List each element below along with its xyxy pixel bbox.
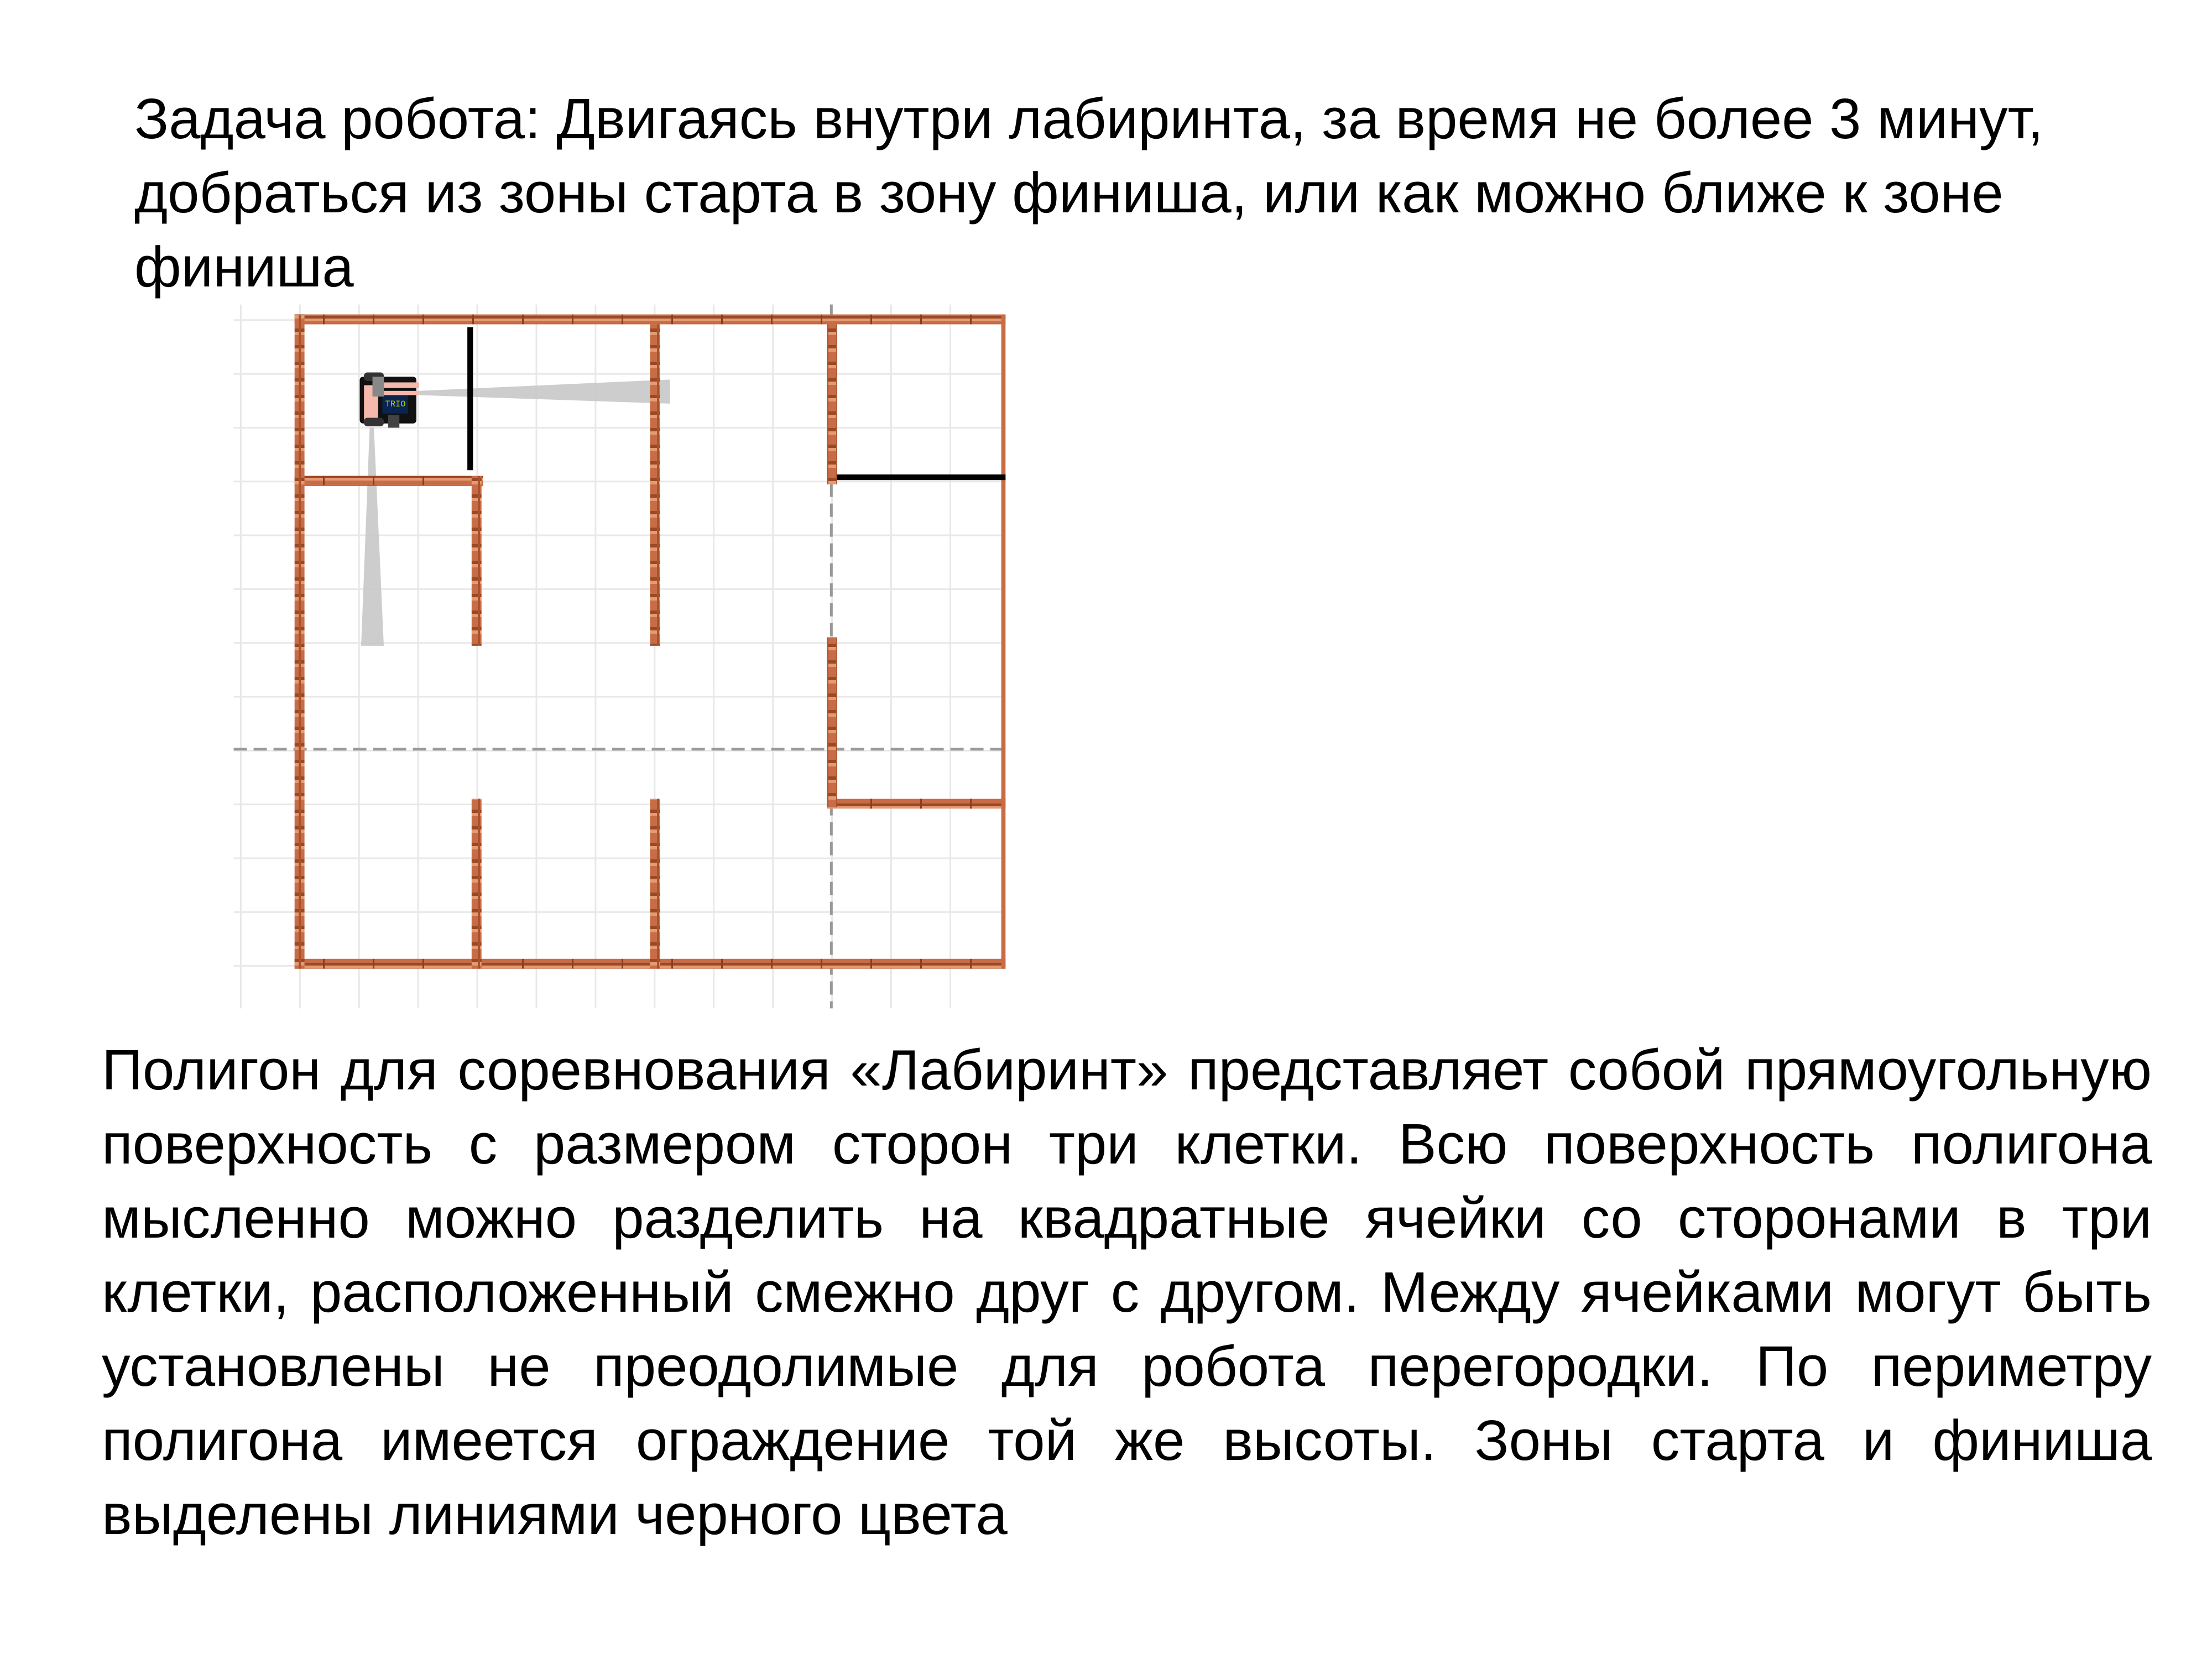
wall-segment bbox=[650, 799, 660, 969]
wall-segment bbox=[827, 637, 837, 807]
robot-icon[interactable]: TRIO bbox=[359, 372, 420, 428]
wall-segment bbox=[650, 324, 660, 646]
wall-segment bbox=[471, 476, 482, 646]
axis-lines bbox=[233, 304, 1006, 1009]
sensor-beam-side bbox=[361, 427, 384, 646]
polygon-description: Полигон для соревнования «Лабиринт» пред… bbox=[102, 1038, 2152, 1546]
sensor-beam-front bbox=[419, 379, 670, 404]
robot-caster bbox=[388, 415, 400, 428]
finish-zone-line bbox=[837, 474, 1006, 481]
robot-sensor-head bbox=[372, 377, 384, 397]
zone-lines bbox=[467, 327, 1006, 481]
grid-lines bbox=[233, 304, 1006, 1009]
robot-display-label: TRIO bbox=[385, 399, 406, 409]
wall-segment bbox=[827, 799, 1006, 809]
robot-wheel-bottom bbox=[364, 418, 384, 426]
robot-front-sensor bbox=[384, 390, 420, 395]
wall-segment bbox=[827, 324, 837, 484]
wall-segment-right bbox=[1001, 314, 1006, 969]
start-zone-line bbox=[467, 327, 473, 471]
wall-segment bbox=[294, 314, 305, 969]
wall-segment bbox=[294, 476, 483, 486]
robot-front-sensor bbox=[384, 382, 420, 388]
wall-segment bbox=[294, 314, 1006, 325]
wall-segment bbox=[471, 799, 482, 969]
